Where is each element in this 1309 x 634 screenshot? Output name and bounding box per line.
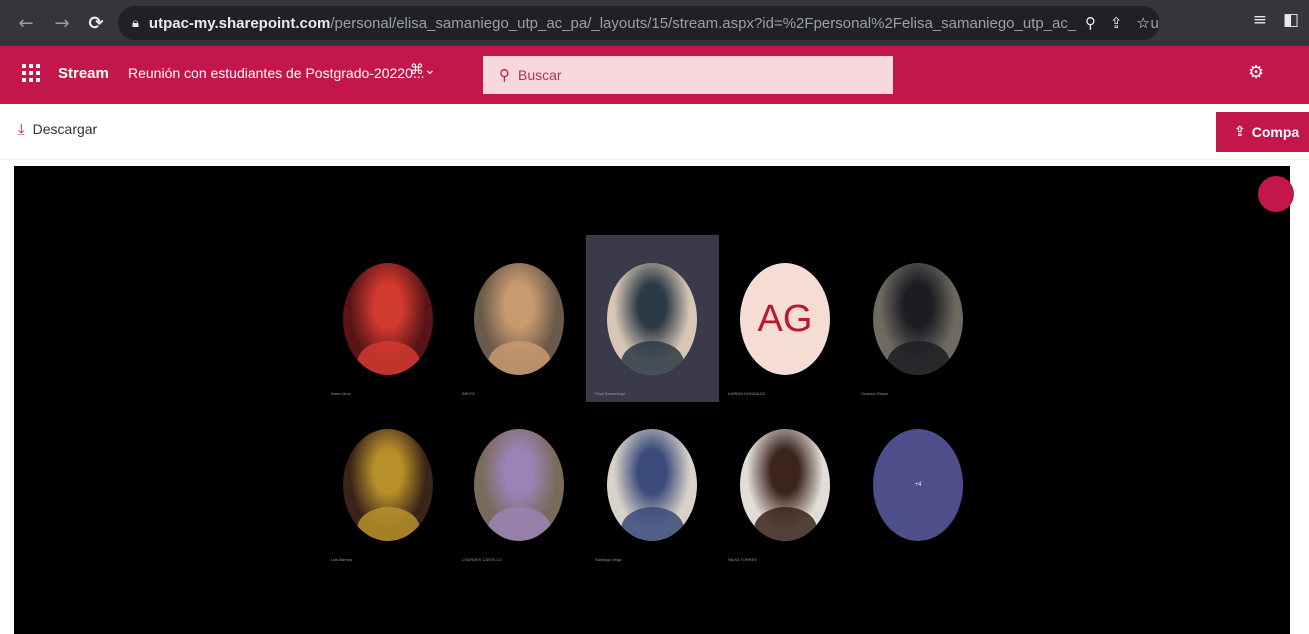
participant-photo: [487, 507, 551, 541]
participant-name: Santiago Vega: [595, 557, 622, 562]
zoom-icon[interactable]: ⚲: [1085, 14, 1096, 32]
app-launcher-icon[interactable]: [22, 64, 40, 82]
participant-avatar: [343, 429, 433, 541]
command-bar: ⤓ Descargar ⇪ Compa: [0, 104, 1309, 160]
search-icon: ⚲: [499, 66, 510, 84]
browser-toolbar: ← → ⟳ 🔒︎ utpac-my.sharepoint.com /person…: [0, 0, 1309, 46]
participant-name: NILKA TORRES: [728, 557, 757, 562]
participant-avatar: AG: [740, 263, 830, 375]
share-label: Compa: [1251, 124, 1300, 140]
download-button[interactable]: ⤓ Descargar: [18, 120, 97, 138]
settings-gear-icon[interactable]: ⚙: [1248, 62, 1264, 83]
participant-photo: [753, 507, 817, 541]
participant-name: Gustavo Reyes: [861, 391, 889, 396]
search-input[interactable]: ⚲ Buscar: [483, 56, 893, 94]
reading-list-icon[interactable]: ≡: [1253, 10, 1267, 30]
share-button[interactable]: ⇪ Compa: [1216, 112, 1309, 152]
participant-avatar: [607, 263, 697, 375]
url-host: utpac-my.sharepoint.com: [148, 14, 331, 32]
side-panel-icon[interactable]: ◧: [1283, 10, 1299, 30]
url-path: /personal/elisa_samaniego_utp_ac_pa/_lay…: [330, 14, 1160, 32]
participant-avatar: [740, 429, 830, 541]
participant-photo: [487, 341, 551, 375]
participant-name: Elisa Samaniego: [595, 391, 626, 396]
more-participants-count[interactable]: +4: [873, 429, 963, 541]
participant-photo: [356, 507, 420, 541]
recording-indicator-icon: [1258, 176, 1294, 212]
share-page-icon[interactable]: ⇪: [1110, 14, 1123, 32]
participant-photo: [620, 507, 684, 541]
participant-avatar: +4: [873, 429, 963, 541]
participant-photo: [886, 341, 950, 375]
download-label: Descargar: [32, 121, 98, 137]
people-chevron-icon[interactable]: ⌘⌄: [410, 62, 436, 78]
participant-avatar: [607, 429, 697, 541]
participant-avatar: [474, 429, 564, 541]
participant-name: ARLYS: [462, 391, 475, 396]
participant-name: LOURDES CASTILLO: [462, 557, 502, 562]
download-icon: ⤓: [18, 120, 25, 138]
participant-name: Luis Barrios: [331, 557, 353, 562]
avatar-initials: AG: [740, 263, 830, 375]
share-icon: ⇪: [1234, 124, 1246, 140]
participant-avatar: [474, 263, 564, 375]
back-arrow-icon[interactable]: ←: [14, 11, 38, 35]
participant-name: Karen Arce: [331, 391, 351, 396]
lock-icon: 🔒︎: [132, 15, 139, 31]
participant-photo: [356, 341, 420, 375]
reload-icon[interactable]: ⟳: [84, 11, 108, 35]
participant-avatar: [343, 263, 433, 375]
participant-photo: [620, 341, 684, 375]
forward-arrow-icon[interactable]: →: [50, 11, 74, 35]
participant-avatar: [873, 263, 963, 375]
address-bar[interactable]: 🔒︎ utpac-my.sharepoint.com /personal/eli…: [118, 6, 1160, 40]
video-title: Reunión con estudiantes de Postgrado-202…: [128, 65, 425, 81]
stream-header: Stream Reunión con estudiantes de Postgr…: [0, 46, 1309, 104]
app-name[interactable]: Stream: [58, 65, 109, 82]
search-placeholder: Buscar: [518, 67, 562, 83]
participant-name: KARINA GONZALEZ: [728, 391, 766, 396]
bookmark-star-icon[interactable]: ☆: [1137, 14, 1150, 32]
